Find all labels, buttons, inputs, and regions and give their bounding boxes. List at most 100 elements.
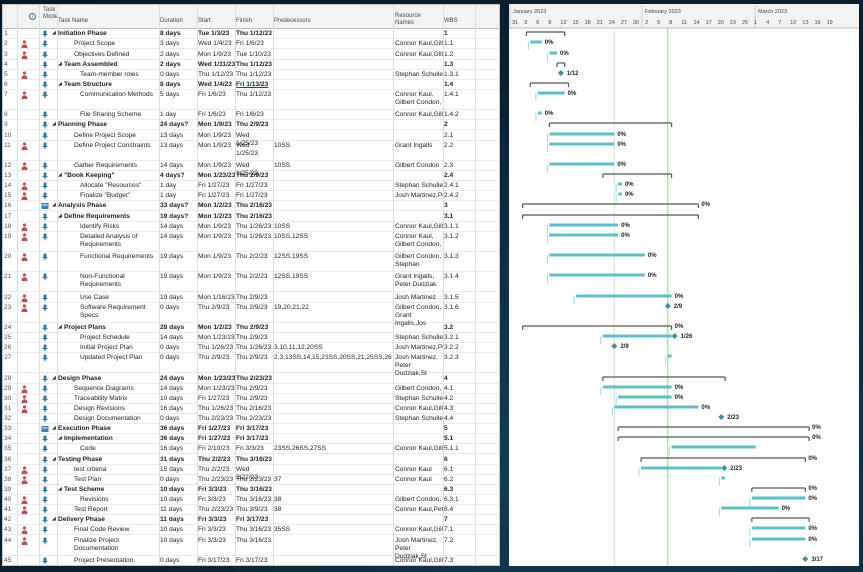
task-start[interactable]: Fri 3/3/23 (198, 526, 236, 534)
task-mode-pin-icon[interactable] (41, 324, 49, 332)
task-mode-pin-icon[interactable] (41, 506, 49, 514)
task-finish[interactable]: Thu 3/9/23 (236, 506, 272, 514)
task-row[interactable]: 10 Define Project Scope 13 days Mon 1/9/23 W… (3, 131, 499, 147)
task-start[interactable]: Thu 2/23/23 (198, 415, 236, 423)
task-duration[interactable]: 2 days (160, 61, 198, 69)
task-start[interactable]: Thu 1/26/23 (198, 344, 236, 352)
duration-column-header[interactable]: Duration (160, 18, 183, 25)
task-duration[interactable]: 4 days? (160, 172, 198, 180)
task-mode-pin-icon[interactable] (41, 172, 49, 180)
task-duration[interactable]: 10 days (160, 486, 198, 494)
task-name[interactable]: Design Revisions (58, 405, 158, 413)
task-resources[interactable]: Connor Kaul,Gill (395, 51, 443, 59)
finish-column-header[interactable]: Finish (236, 18, 252, 25)
task-row[interactable]: 11 Define Project Constraints 13 days Mon 1… (3, 141, 499, 161)
task-start[interactable]: Fri 3/3/23 (198, 537, 236, 545)
task-finish[interactable]: Thu 2/16/23 (236, 202, 272, 210)
task-mode-pin-icon[interactable] (41, 162, 49, 170)
task-name[interactable]: Project Presentation (58, 557, 158, 565)
task-predecessors[interactable]: 19,20,21,22 (274, 304, 392, 312)
task-name[interactable]: Team-member roles (58, 71, 158, 79)
name-column-header[interactable]: Task Name (58, 18, 88, 25)
task-resources[interactable]: Connor Kaul,Gill (395, 557, 443, 565)
task-predecessors[interactable]: 38 (274, 496, 392, 504)
task-name[interactable]: Communication Methods (58, 91, 158, 99)
task-start[interactable]: Thu 2/23/23 (198, 476, 236, 484)
task-resources[interactable]: Connor Kaul, Gilbert Condon, (395, 233, 443, 249)
task-resources[interactable]: Josh Martinez (395, 294, 443, 302)
task-name[interactable]: Test Report (58, 506, 158, 514)
task-start[interactable]: Thu 1/12/23 (198, 71, 236, 79)
task-row[interactable]: 9 ◢ Planning Phase 24 days? Mon 1/9/23 Thu 2… (3, 120, 499, 130)
task-start[interactable]: Mon 1/9/23 (198, 273, 236, 281)
task-row[interactable]: 43 Final Code Review 10 days Fri 3/3/23 Thu … (3, 525, 499, 535)
task-start[interactable]: Mon 1/23/23 (198, 385, 236, 393)
task-mode-pin-icon[interactable] (41, 456, 49, 464)
task-duration[interactable]: 14 days (160, 162, 198, 170)
task-name[interactable]: Allocate "Resources" (58, 182, 158, 190)
task-row[interactable]: 36 ◢ Testing Phase 31 days Thu 2/2/23 Thu 3/… (3, 455, 499, 465)
task-mode-pin-icon[interactable] (41, 273, 49, 281)
task-mode-pin-icon[interactable] (41, 486, 49, 494)
task-start[interactable]: Thu 2/9/23 (198, 354, 236, 362)
task-start[interactable]: Mon 1/2/23 (198, 213, 236, 221)
task-mode-pin-icon[interactable] (41, 253, 49, 261)
task-start[interactable]: Thu 2/2/23 (198, 466, 236, 474)
task-start[interactable]: Fri 3/17/23 (198, 557, 236, 565)
task-mode-pin-icon[interactable] (41, 557, 49, 565)
task-row[interactable]: 5 Team-member roles 0 days Thu 1/12/23 Thu 1… (3, 70, 499, 80)
task-name[interactable]: test criteria (58, 466, 158, 474)
task-name[interactable]: Planning Phase (58, 121, 158, 129)
task-duration[interactable]: 11 days (160, 516, 198, 524)
task-duration[interactable]: 19 days? (160, 213, 198, 221)
task-name[interactable]: Design Documentation (58, 415, 158, 423)
task-row[interactable]: 31 Design Revisions 16 days Thu 1/26/23 Thu … (3, 404, 499, 414)
task-row[interactable]: 29 Sequence Diagrams 14 days Mon 1/23/23 Thu… (3, 384, 499, 394)
task-mode-pin-icon[interactable] (41, 192, 49, 200)
task-duration[interactable]: 0 days (160, 344, 198, 352)
task-duration[interactable]: 14 days (160, 385, 198, 393)
task-duration[interactable]: 0 days (160, 71, 198, 79)
task-row[interactable]: 3 Objectives Defined 2 days Mon 1/9/23 Tue 1… (3, 50, 499, 60)
task-mode-pin-icon[interactable] (41, 213, 49, 221)
task-finish[interactable]: Thu 2/9/23 (236, 294, 272, 302)
task-mode-pin-icon[interactable] (41, 537, 49, 545)
task-row[interactable]: 41 Test Report 11 days Thu 2/23/23 Thu 3/9/2… (3, 505, 499, 515)
task-start[interactable]: Mon 1/16/23 (198, 294, 236, 302)
task-row[interactable]: 42 ◢ Delivery Phase 11 days Fri 3/3/23 Fri 3… (3, 515, 499, 525)
task-predecessors[interactable]: 10SS (274, 223, 392, 231)
task-duration[interactable]: 16 days (160, 405, 198, 413)
task-duration[interactable]: 8 days (160, 81, 198, 89)
task-row[interactable]: 18 Identify Risks 14 days Mon 1/9/23 Thu 1/2… (3, 222, 499, 232)
task-predecessors[interactable]: 12SS,19SS (274, 273, 392, 281)
task-name[interactable]: Functional Requirements (58, 253, 158, 261)
task-start[interactable]: Fri 3/3/23 (198, 516, 236, 524)
task-start[interactable]: Mon 1/9/23 (198, 233, 236, 241)
task-start[interactable]: Wed 1/11/23 (198, 61, 236, 69)
task-row[interactable]: 35 Code 16 days Fri 2/10/23 Fri 3/3/23 23SS,2… (3, 444, 499, 454)
task-predecessors[interactable]: 3,10,11,12,20SS (274, 344, 392, 352)
collapse-triangle-icon[interactable]: ◢ (52, 516, 56, 522)
task-mode-pin-icon[interactable] (41, 202, 49, 210)
task-resources[interactable]: Connor Kaul,Gill (395, 405, 443, 413)
task-finish[interactable]: Thu 2/16/23 (236, 405, 272, 413)
task-start[interactable]: Thu 2/9/23 (198, 304, 236, 312)
task-duration[interactable]: 14 days (160, 233, 198, 241)
task-name[interactable]: Software Requirement Specs (58, 304, 158, 320)
task-predecessors[interactable]: 12SS,19SS (274, 253, 392, 261)
task-predecessors[interactable]: 10SS (274, 142, 392, 150)
task-duration[interactable]: 36 days (160, 425, 198, 433)
task-finish[interactable]: Thu 2/23/23 (236, 375, 272, 383)
task-finish[interactable]: Thu 2/16/23 (236, 213, 272, 221)
task-duration[interactable]: 16 days (160, 445, 198, 453)
task-start[interactable]: Mon 1/9/23 (198, 132, 236, 140)
task-finish[interactable]: Thu 1/26/23 (236, 344, 272, 352)
task-start[interactable]: Mon 1/9/23 (198, 142, 236, 150)
task-resources[interactable]: Connor Kaul,Gill (395, 111, 443, 119)
task-row[interactable]: 34 ◢ Implementation 36 days Fri 1/27/23 Fri … (3, 434, 499, 444)
task-name[interactable]: Finalize "Budget" (58, 192, 158, 200)
task-mode-pin-icon[interactable] (41, 516, 49, 524)
task-row[interactable]: 40 Revisions 10 days Fri 3/3/23 Thu 3/16/23 3… (3, 495, 499, 505)
task-mode-pin-icon[interactable] (41, 385, 49, 393)
task-row[interactable]: 25 Project Schedule 14 days Mon 1/23/23 Thu … (3, 333, 499, 343)
